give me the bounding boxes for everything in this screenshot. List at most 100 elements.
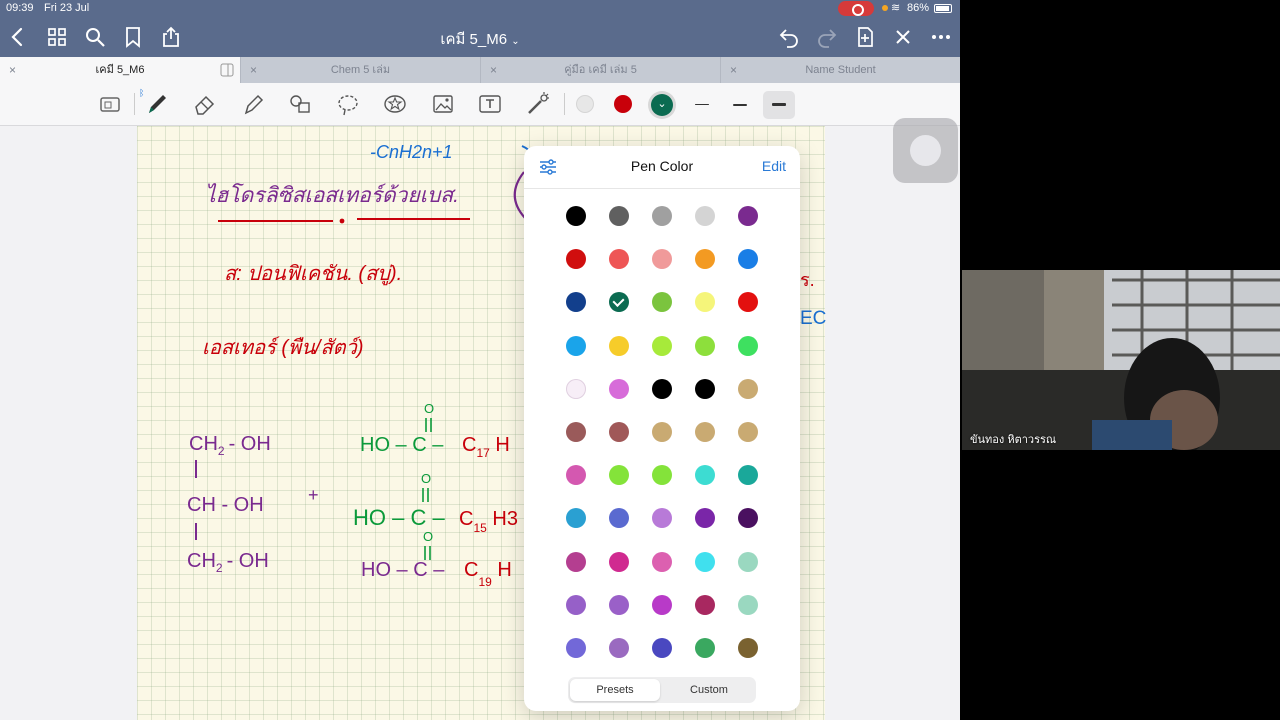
color-swatch[interactable] [566, 335, 586, 356]
color-swatch[interactable] [609, 249, 629, 270]
screen-recording-icon[interactable] [838, 1, 874, 16]
color-swatch[interactable] [738, 422, 758, 442]
color-swatch[interactable] [652, 292, 672, 313]
stroke-width-medium[interactable] [724, 91, 756, 119]
color-swatch[interactable] [609, 551, 629, 572]
chevron-down-icon: ⌄ [651, 94, 673, 116]
image-icon[interactable] [430, 91, 456, 117]
color-swatch[interactable] [695, 292, 715, 313]
tab-close-icon[interactable]: × [9, 57, 16, 83]
color-swatch[interactable] [609, 335, 629, 356]
shapes-icon[interactable] [287, 91, 313, 117]
color-swatch[interactable] [609, 292, 629, 313]
close-icon[interactable] [891, 25, 915, 49]
color-swatch[interactable] [652, 594, 672, 615]
color-swatch[interactable] [738, 378, 758, 399]
fatty-acid-2: O HO – C – C15 H3 [353, 471, 518, 535]
edit-button[interactable]: Edit [762, 158, 786, 174]
color-swatch[interactable] [566, 422, 586, 442]
pen-color-swatch-1[interactable] [576, 95, 594, 113]
color-swatch[interactable] [566, 594, 586, 615]
color-swatch[interactable] [695, 594, 715, 615]
more-icon[interactable] [929, 25, 953, 49]
status-date: Fri 23 Jul [44, 2, 90, 14]
svg-text:HO – C –: HO – C – [360, 434, 444, 456]
tab-close-icon[interactable]: × [250, 57, 257, 83]
color-swatch[interactable] [695, 508, 715, 529]
color-swatch[interactable] [652, 249, 672, 270]
zoom-window-icon[interactable] [97, 91, 123, 117]
color-swatch[interactable] [652, 551, 672, 572]
color-swatch[interactable] [652, 335, 672, 356]
svg-text:O: O [424, 401, 434, 416]
tab-chem5-m6[interactable]: × เคมี 5_M6 [0, 57, 240, 83]
undo-icon[interactable] [777, 25, 801, 49]
tab-chem-manual[interactable]: × คู่มือ เคมี เล่ม 5 [480, 57, 720, 83]
tab-close-icon[interactable]: × [730, 57, 737, 83]
toolbar-divider [134, 93, 135, 115]
color-swatch[interactable] [695, 551, 715, 572]
color-swatch[interactable] [566, 638, 586, 658]
presets-tab[interactable]: Presets [570, 679, 660, 701]
color-swatch[interactable] [566, 551, 586, 572]
pen-color-swatch-active[interactable]: ⌄ [648, 91, 676, 119]
color-swatch[interactable] [695, 206, 715, 226]
color-swatch[interactable] [738, 292, 758, 313]
color-swatch[interactable] [738, 551, 758, 572]
color-swatch[interactable] [695, 422, 715, 442]
pen-tool-icon[interactable] [144, 91, 170, 117]
color-swatch[interactable] [609, 638, 629, 658]
color-swatch[interactable] [566, 508, 586, 529]
color-swatch[interactable] [738, 465, 758, 486]
color-swatch[interactable] [695, 638, 715, 658]
color-swatch[interactable] [738, 638, 758, 658]
note-alkyl-formula: -CnH2n+1 [370, 142, 453, 162]
pen-color-swatch-2[interactable] [614, 95, 632, 113]
fatty-acid-3: O HO – C – C19 H [361, 529, 512, 589]
stroke-width-thick[interactable] [763, 91, 795, 119]
color-swatch[interactable] [566, 465, 586, 486]
eraser-icon[interactable] [192, 91, 218, 117]
stroke-width-thin[interactable] [686, 91, 718, 119]
add-page-icon[interactable] [853, 25, 877, 49]
color-swatch[interactable] [609, 206, 629, 226]
color-swatch[interactable] [738, 508, 758, 529]
color-swatch[interactable] [738, 249, 758, 270]
color-swatch[interactable] [738, 335, 758, 356]
color-swatch[interactable] [566, 206, 586, 226]
color-swatch[interactable] [652, 422, 672, 442]
lasso-icon[interactable] [335, 91, 361, 117]
color-swatch[interactable] [695, 249, 715, 270]
color-swatch[interactable] [652, 465, 672, 486]
color-swatch[interactable] [609, 508, 629, 529]
color-swatch[interactable] [738, 594, 758, 615]
color-swatch[interactable] [609, 422, 629, 442]
custom-tab[interactable]: Custom [664, 679, 754, 701]
color-swatch[interactable] [652, 378, 672, 399]
color-swatch[interactable] [738, 206, 758, 226]
color-swatch[interactable] [652, 638, 672, 658]
assistive-touch-button[interactable] [893, 118, 958, 183]
split-view-icon[interactable] [220, 63, 234, 77]
tab-chem-5[interactable]: × Chem 5 เล่ม [240, 57, 480, 83]
color-swatch[interactable] [566, 378, 586, 399]
color-swatch[interactable] [566, 249, 586, 270]
note-canvas[interactable]: -CnH2n+1 ไฮโดรลิซิสเอสเทอร์ด้วยเบส. ส: ป… [0, 126, 960, 720]
redo-icon[interactable] [815, 25, 839, 49]
sticker-icon[interactable] [382, 91, 408, 117]
color-swatch[interactable] [695, 335, 715, 356]
color-swatch[interactable] [695, 378, 715, 399]
participant-video: ขันทอง หิตาวรรณ [962, 270, 1280, 450]
tab-name-student[interactable]: × Name Student [720, 57, 960, 83]
color-swatch[interactable] [609, 465, 629, 486]
color-swatch[interactable] [652, 206, 672, 226]
highlighter-icon[interactable] [240, 91, 266, 117]
text-box-icon[interactable] [477, 91, 503, 117]
color-swatch[interactable] [652, 508, 672, 529]
color-swatch[interactable] [566, 292, 586, 313]
color-swatch[interactable] [609, 378, 629, 399]
tab-close-icon[interactable]: × [490, 57, 497, 83]
laser-pointer-icon[interactable] [525, 91, 551, 117]
color-swatch[interactable] [695, 465, 715, 486]
color-swatch[interactable] [609, 594, 629, 615]
